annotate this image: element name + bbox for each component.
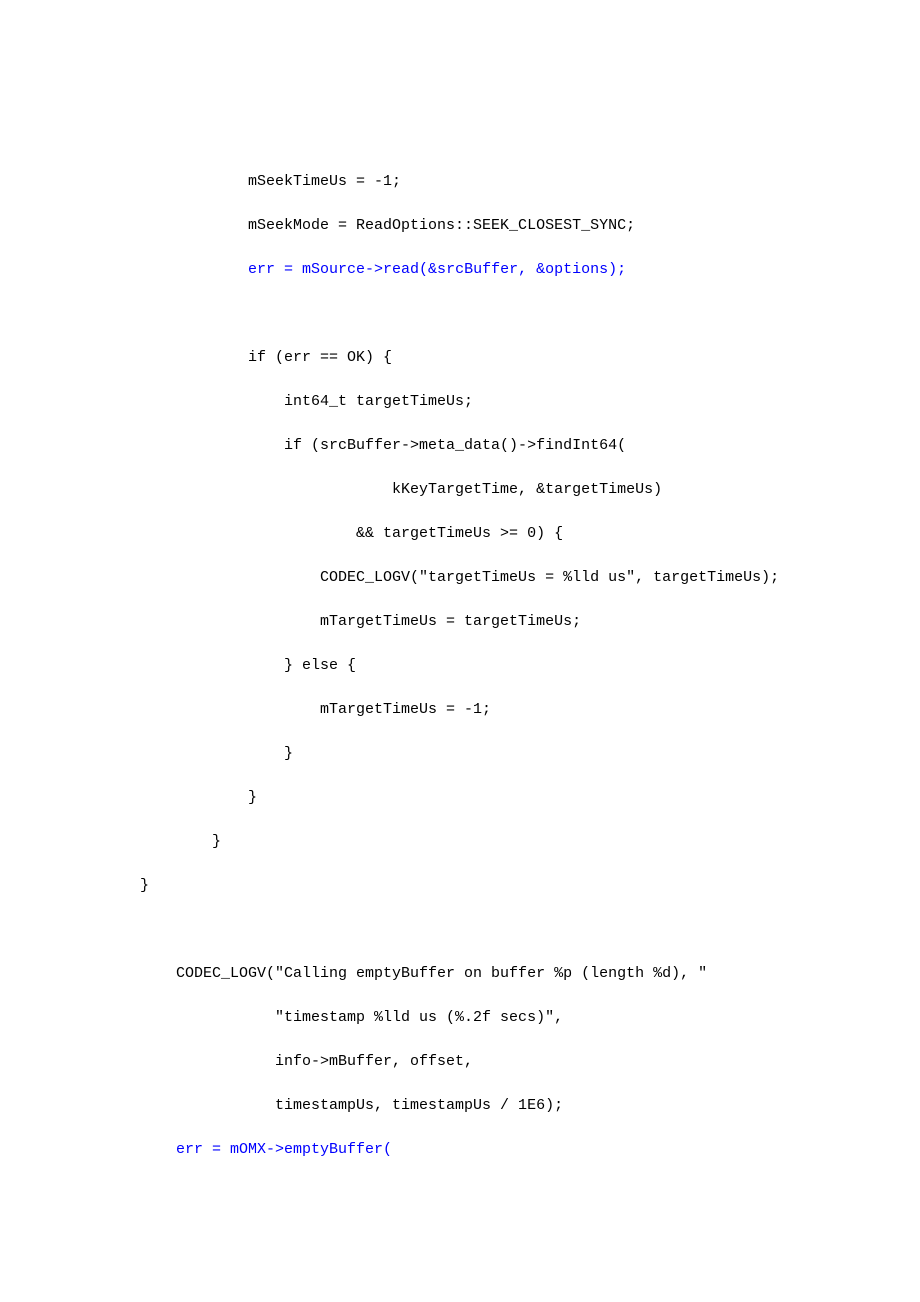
code-line: }: [140, 877, 149, 894]
code-line: mSeekTimeUs = -1;: [140, 173, 401, 190]
code-line: kKeyTargetTime, &targetTimeUs): [140, 481, 662, 498]
code-line: }: [140, 833, 221, 850]
code-line: CODEC_LOGV("targetTimeUs = %lld us", tar…: [140, 569, 779, 586]
code-line: }: [140, 745, 293, 762]
code-indent: [140, 1141, 176, 1158]
code-line: timestampUs, timestampUs / 1E6);: [140, 1097, 563, 1114]
code-line: if (err == OK) {: [140, 349, 392, 366]
code-line: }: [140, 789, 257, 806]
code-line: int64_t targetTimeUs;: [140, 393, 473, 410]
code-line-highlight: err = mSource->read(&srcBuffer, &options…: [248, 261, 626, 278]
code-indent: [140, 261, 248, 278]
code-line: mTargetTimeUs = targetTimeUs;: [140, 613, 581, 630]
code-document: mSeekTimeUs = -1; mSeekMode = ReadOption…: [0, 0, 920, 1232]
code-line: } else {: [140, 657, 356, 674]
code-line: if (srcBuffer->meta_data()->findInt64(: [140, 437, 626, 454]
code-line: mTargetTimeUs = -1;: [140, 701, 491, 718]
code-line: info->mBuffer, offset,: [140, 1053, 473, 1070]
code-line: "timestamp %lld us (%.2f secs)",: [140, 1009, 563, 1026]
code-line: && targetTimeUs >= 0) {: [140, 525, 563, 542]
code-line: mSeekMode = ReadOptions::SEEK_CLOSEST_SY…: [140, 217, 635, 234]
code-line-highlight: err = mOMX->emptyBuffer(: [176, 1141, 392, 1158]
code-line: CODEC_LOGV("Calling emptyBuffer on buffe…: [140, 965, 707, 982]
